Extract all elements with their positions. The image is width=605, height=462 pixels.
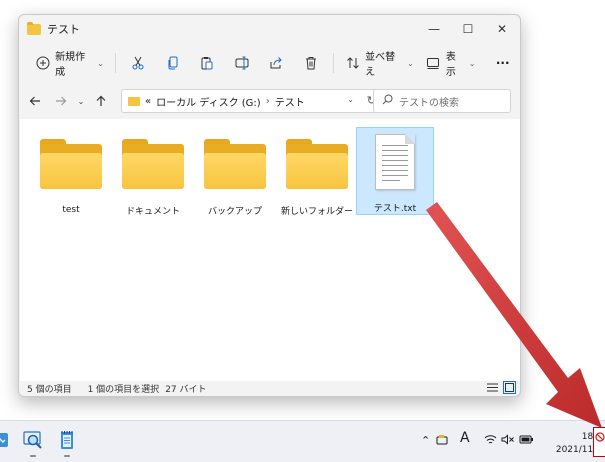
sort-button[interactable]: 並べ替え ⌄ (339, 49, 420, 78)
navigation-row: ⌄ « ローカル ディスク (G:) › テスト ⌄ ↻ テストの検索 (19, 85, 520, 117)
wifi-icon[interactable] (484, 434, 497, 445)
status-item-count: 5 個の項目 (27, 384, 72, 395)
new-button-label: 新規作成 (55, 52, 86, 78)
view-button[interactable]: 表示 ⌄ (420, 49, 482, 78)
paste-button[interactable] (190, 49, 225, 77)
do-not-disturb-icon (595, 432, 605, 442)
share-button[interactable] (259, 49, 294, 77)
list-item[interactable]: test (32, 129, 110, 217)
toolbar-divider (333, 53, 334, 73)
maximize-button[interactable]: ☐ (451, 15, 485, 43)
search-placeholder: テストの検索 (399, 97, 459, 109)
clipboard-icon (201, 57, 213, 70)
cut-button[interactable] (121, 49, 156, 77)
item-name: 新しいフォルダー (280, 207, 353, 217)
folder-icon (128, 96, 140, 106)
show-hidden-icons-chevron-icon[interactable]: ⌃ (421, 434, 430, 447)
breadcrumb-overflow[interactable]: « (145, 96, 151, 107)
file-list: test ドキュメント バックアップ 新しいフォルダー テスト.txt (20, 119, 520, 381)
taskbar-app-icon[interactable] (0, 429, 12, 451)
share-icon (270, 57, 282, 69)
breadcrumb-drive[interactable]: ローカル ディスク (G:) (156, 94, 261, 109)
explorer-window: テスト — ☐ ✕ 新規作成 ⌄ 並べ替え ⌄ 表示 ⌄ ··· ⌄ « ローカ… (18, 14, 521, 397)
list-item[interactable]: バックアップ (196, 129, 274, 217)
close-button[interactable]: ✕ (485, 15, 519, 43)
taskbar: ⌃ A 18:3 2021/11/0 (0, 420, 605, 462)
text-file-icon (375, 134, 415, 190)
toolbar-divider (114, 53, 116, 73)
list-item-selected[interactable]: テスト.txt (356, 127, 434, 215)
scissors-icon (132, 56, 144, 70)
chevron-down-icon: ⌄ (468, 58, 476, 68)
item-name: ドキュメント (125, 207, 180, 217)
window-title: テスト (47, 23, 80, 36)
sort-button-label: 並べ替え (365, 52, 396, 78)
battery-icon[interactable] (519, 434, 534, 445)
large-icons-view-icon[interactable] (503, 381, 516, 394)
folder-icon (40, 139, 102, 189)
taskbar-search-tool-icon[interactable] (22, 429, 44, 457)
up-arrow-icon[interactable] (89, 89, 113, 113)
delete-button[interactable] (294, 49, 329, 77)
item-name: バックアップ (207, 207, 262, 217)
plus-circle-icon (35, 55, 50, 71)
command-bar: 新規作成 ⌄ 並べ替え ⌄ 表示 ⌄ ··· (19, 43, 520, 83)
status-bar: 5 個の項目 1 個の項目を選択 27 バイト (19, 379, 520, 396)
new-button[interactable]: 新規作成 ⌄ (29, 49, 110, 78)
folder-icon (27, 21, 41, 35)
recent-locations-chevron-icon[interactable]: ⌄ (73, 89, 89, 113)
status-selection: 1 個の項目を選択 (87, 384, 160, 395)
chevron-down-icon: ⌄ (407, 58, 414, 68)
forward-arrow-icon[interactable] (49, 89, 73, 113)
item-name: テスト.txt (373, 204, 417, 214)
address-dropdown-icon[interactable]: ⌄ (347, 95, 354, 104)
view-button-label: 表示 (445, 52, 456, 78)
rename-button[interactable] (224, 49, 259, 77)
search-input[interactable]: テストの検索 (373, 89, 511, 113)
ime-mode-indicator[interactable]: A (460, 430, 470, 446)
notification-center-button[interactable] (593, 427, 605, 457)
trash-icon (305, 57, 316, 70)
view-icon (426, 55, 441, 71)
folder-icon (122, 139, 184, 189)
breadcrumb-current-folder[interactable]: テスト (275, 94, 305, 109)
more-options-button[interactable]: ··· (485, 49, 520, 77)
address-bar[interactable]: « ローカル ディスク (G:) › テスト ⌄ ↻ (121, 89, 383, 113)
back-arrow-icon[interactable] (23, 89, 47, 113)
taskbar-notepad-icon[interactable] (56, 429, 78, 457)
breadcrumb-separator[interactable]: › (266, 96, 270, 107)
sort-icon (345, 55, 360, 71)
folder-icon (286, 139, 348, 189)
title-bar[interactable]: テスト — ☐ ✕ (19, 15, 520, 43)
search-icon (382, 94, 393, 108)
folder-icon (204, 139, 266, 189)
item-name: test (62, 205, 80, 215)
details-view-icon[interactable] (486, 381, 499, 394)
copy-button[interactable] (155, 49, 190, 77)
chevron-down-icon: ⌄ (97, 58, 104, 68)
removable-drive-tray-icon[interactable] (436, 434, 448, 446)
rename-icon (235, 56, 249, 70)
status-size: 27 バイト (165, 384, 207, 395)
volume-muted-icon[interactable] (501, 434, 514, 445)
list-item[interactable]: 新しいフォルダー (278, 129, 356, 217)
copy-icon (168, 56, 178, 70)
list-item[interactable]: ドキュメント (114, 129, 192, 217)
minimize-button[interactable]: — (417, 15, 451, 43)
